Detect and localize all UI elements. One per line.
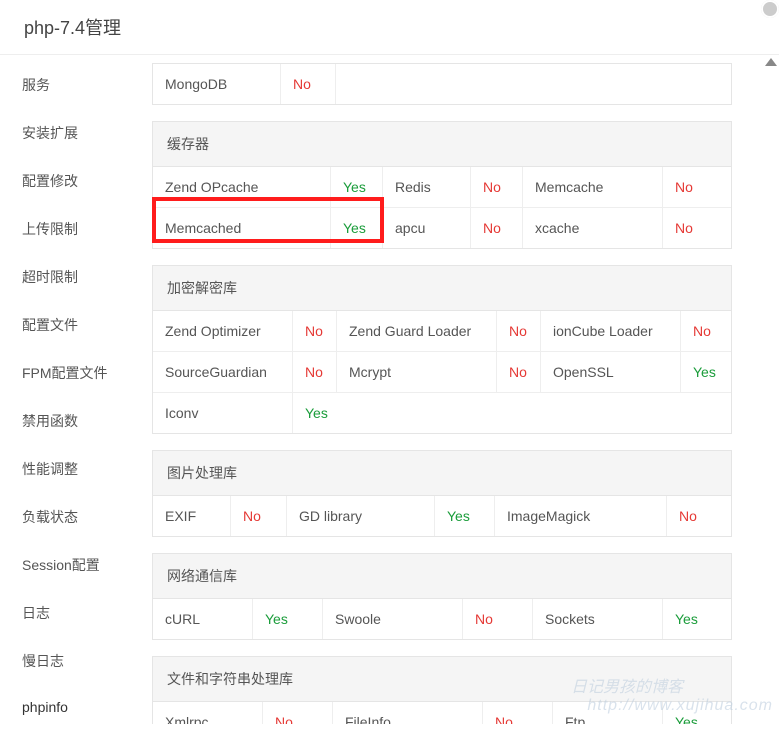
cell-empty [336, 64, 731, 104]
table-row: Zend Optimizer No Zend Guard Loader No i… [153, 311, 731, 351]
cell-name: cURL [153, 599, 253, 639]
sidebar-item-perf[interactable]: 性能调整 [0, 445, 140, 493]
group-crypto: 加密解密库 Zend Optimizer No Zend Guard Loade… [152, 265, 732, 434]
main-panel: MongoDB No 缓存器 Zend OPcache Yes Redis No… [140, 55, 779, 724]
sidebar: 服务 安装扩展 配置修改 上传限制 超时限制 配置文件 FPM配置文件 禁用函数… [0, 55, 140, 724]
cell-status: Yes [331, 208, 383, 248]
cell-status: No [667, 496, 731, 536]
cell-name: Swoole [323, 599, 463, 639]
scroll-up-icon[interactable] [765, 58, 777, 66]
cell-name: MongoDB [153, 64, 281, 104]
page-title: php-7.4管理 [0, 0, 779, 55]
cell-status: No [281, 64, 336, 104]
cell-name: ionCube Loader [541, 311, 681, 351]
cell-name: EXIF [153, 496, 231, 536]
cell-status: No [681, 311, 731, 351]
cell-status: Yes [331, 167, 383, 207]
cell-name: Zend OPcache [153, 167, 331, 207]
cell-status: No [497, 352, 541, 392]
group-network: 网络通信库 cURL Yes Swoole No Sockets Yes [152, 553, 732, 640]
sidebar-item-session[interactable]: Session配置 [0, 541, 140, 589]
cell-name: Iconv [153, 393, 293, 433]
sidebar-item-load[interactable]: 负载状态 [0, 493, 140, 541]
cell-name: GD library [287, 496, 435, 536]
cell-status: No [497, 311, 541, 351]
group-image: 图片处理库 EXIF No GD library Yes ImageMagick… [152, 450, 732, 537]
cell-status: Yes [253, 599, 323, 639]
cell-name: apcu [383, 208, 471, 248]
sidebar-item-config-edit[interactable]: 配置修改 [0, 157, 140, 205]
group-cache: 缓存器 Zend OPcache Yes Redis No Memcache N… [152, 121, 732, 249]
sidebar-item-log[interactable]: 日志 [0, 589, 140, 637]
cell-status: No [293, 352, 337, 392]
cell-status: No [263, 702, 333, 724]
sidebar-item-upload-limit[interactable]: 上传限制 [0, 205, 140, 253]
cell-status: Yes [293, 393, 731, 433]
close-icon[interactable] [761, 0, 779, 18]
cell-name: Redis [383, 167, 471, 207]
table-row: MongoDB No [153, 64, 731, 104]
table-row: cURL Yes Swoole No Sockets Yes [153, 599, 731, 639]
group-header: 缓存器 [153, 122, 731, 167]
cell-status: No [471, 167, 523, 207]
cell-status: No [471, 208, 523, 248]
cell-name: SourceGuardian [153, 352, 293, 392]
cell-status: No [663, 167, 731, 207]
cell-status: No [293, 311, 337, 351]
watermark-text: 日记男孩的博客 [571, 673, 683, 697]
cell-name: Zend Optimizer [153, 311, 293, 351]
cell-name: Memcache [523, 167, 663, 207]
sidebar-item-slowlog[interactable]: 慢日志 [0, 637, 140, 685]
group-header: 加密解密库 [153, 266, 731, 311]
group-header: 图片处理库 [153, 451, 731, 496]
sidebar-item-install-ext[interactable]: 安装扩展 [0, 109, 140, 157]
cell-name: FileInfo [333, 702, 483, 724]
cell-status: Yes [435, 496, 495, 536]
cell-status: Yes [681, 352, 731, 392]
cell-name: Zend Guard Loader [337, 311, 497, 351]
cell-status: Yes [663, 599, 731, 639]
table-row: Zend OPcache Yes Redis No Memcache No [153, 167, 731, 207]
watermark-url: http://www.xujihua.com [587, 697, 773, 715]
sidebar-item-service[interactable]: 服务 [0, 61, 140, 109]
cell-status: No [463, 599, 533, 639]
sidebar-item-phpinfo[interactable]: phpinfo [0, 685, 140, 729]
table-row: SourceGuardian No Mcrypt No OpenSSL Yes [153, 351, 731, 392]
cell-name: Mcrypt [337, 352, 497, 392]
cell-status: No [663, 208, 731, 248]
cell-status: No [231, 496, 287, 536]
sidebar-item-fpm-config[interactable]: FPM配置文件 [0, 349, 140, 397]
table-row: Iconv Yes [153, 392, 731, 433]
cell-name: Xmlrpc [153, 702, 263, 724]
cell-name: OpenSSL [541, 352, 681, 392]
sidebar-item-timeout-limit[interactable]: 超时限制 [0, 253, 140, 301]
group-partial: MongoDB No [152, 63, 732, 105]
table-row: EXIF No GD library Yes ImageMagick No [153, 496, 731, 536]
sidebar-item-disable-func[interactable]: 禁用函数 [0, 397, 140, 445]
cell-name: ImageMagick [495, 496, 667, 536]
cell-name: xcache [523, 208, 663, 248]
cell-name: Sockets [533, 599, 663, 639]
sidebar-item-config-file[interactable]: 配置文件 [0, 301, 140, 349]
group-header: 网络通信库 [153, 554, 731, 599]
cell-status: No [483, 702, 553, 724]
table-row: Memcached Yes apcu No xcache No [153, 207, 731, 248]
cell-name: Memcached [153, 208, 331, 248]
